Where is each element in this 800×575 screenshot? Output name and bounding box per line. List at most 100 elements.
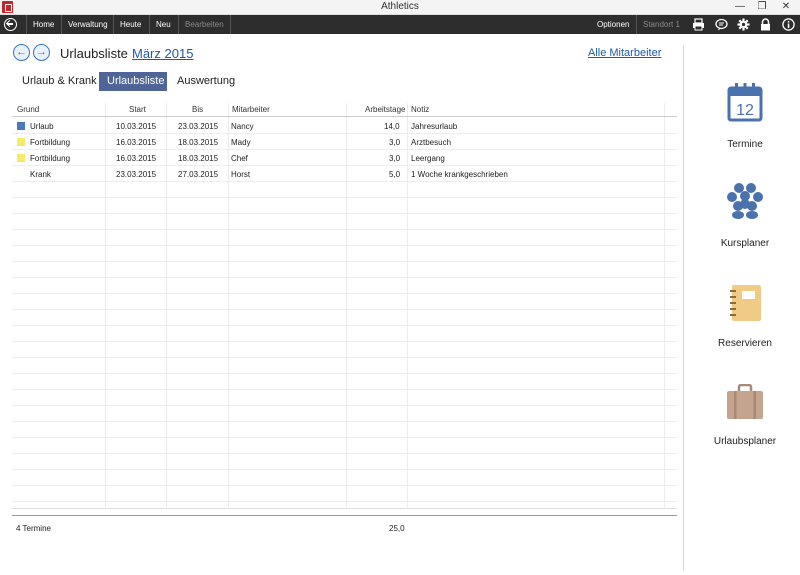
all-employees-link[interactable]: Alle Mitarbeiter <box>588 47 661 59</box>
cell-start: 23.03.2015 <box>116 170 157 179</box>
cell-grund: Fortbildung <box>30 138 71 147</box>
cell-start: 16.03.2015 <box>116 154 157 163</box>
row-separator <box>12 421 677 422</box>
tab-auswertung[interactable]: Auswertung <box>169 72 243 91</box>
row-separator <box>12 165 677 166</box>
column-header-notiz[interactable]: Notiz <box>411 105 429 114</box>
table-row[interactable]: Krank 23.03.2015 27.03.2015 Horst 5,0 1 … <box>12 166 677 182</box>
row-separator <box>12 453 677 454</box>
cell-mitarbeiter: Chef <box>231 154 248 163</box>
cell-bis: 27.03.2015 <box>178 170 219 179</box>
row-separator <box>12 197 677 198</box>
appointment-count: 4 Termine <box>16 524 51 533</box>
row-separator <box>12 261 677 262</box>
sidebar-item-reservieren[interactable]: Reservieren <box>690 284 800 354</box>
chat-icon[interactable] <box>715 18 728 31</box>
cell-arbeitstage: 14,0 <box>384 122 400 131</box>
gear-icon[interactable] <box>737 18 750 31</box>
cell-notiz: Arztbesuch <box>411 138 452 147</box>
sidebar-item-kursplaner[interactable]: Kursplaner <box>690 182 800 252</box>
info-icon[interactable] <box>782 18 795 31</box>
column-header-start[interactable]: Start <box>129 105 146 114</box>
row-separator <box>12 245 677 246</box>
cell-bis: 18.03.2015 <box>178 138 219 147</box>
cell-start: 16.03.2015 <box>116 138 157 147</box>
cell-mitarbeiter: Mady <box>231 138 251 147</box>
previous-month-button[interactable]: ← <box>13 44 30 61</box>
toolbar-home[interactable]: Home <box>26 15 60 34</box>
row-separator <box>12 181 677 182</box>
cell-notiz: 1 Woche krankgeschrieben <box>411 170 508 179</box>
cell-mitarbeiter: Nancy <box>231 122 254 131</box>
reason-color-swatch <box>17 154 25 162</box>
cell-arbeitstage: 3,0 <box>389 154 401 163</box>
cell-notiz: Jahresurlaub <box>411 122 458 131</box>
sidebar-item-termine[interactable]: 12 Termine <box>690 82 800 152</box>
tab-urlaub-krank[interactable]: Urlaub & Krank <box>14 72 105 91</box>
vacation-table: Grund Start Bis Mitarbeiter Arbeitstage … <box>12 103 677 509</box>
notebook-icon <box>730 285 761 321</box>
calendar-icon: 12 <box>727 83 763 122</box>
period-selector-link[interactable]: März 2015 <box>132 46 193 61</box>
toolbar-optionen[interactable]: Optionen <box>591 15 635 34</box>
next-month-button[interactable]: → <box>33 44 50 61</box>
row-separator <box>12 357 677 358</box>
toolbar-heute[interactable]: Heute <box>113 15 147 34</box>
row-separator <box>12 229 677 230</box>
row-separator <box>12 373 677 374</box>
toolbar-verwaltung[interactable]: Verwaltung <box>61 15 114 34</box>
row-separator <box>12 277 677 278</box>
printer-icon[interactable] <box>692 18 705 31</box>
sidebar-label-termine: Termine <box>727 139 763 150</box>
title-bar: Athletics — ❐ ✕ <box>0 0 800 15</box>
suitcase-icon <box>727 384 763 419</box>
row-separator <box>12 501 677 502</box>
toolbar-neu[interactable]: Neu <box>149 15 177 34</box>
page-title: Urlaubsliste <box>60 46 128 61</box>
tab-urlaubsliste[interactable]: Urlaubsliste <box>99 72 167 91</box>
sidebar-label-kursplaner: Kursplaner <box>720 238 770 249</box>
cell-arbeitstage: 3,0 <box>389 138 401 147</box>
cell-grund: Fortbildung <box>30 154 71 163</box>
table-row[interactable]: Fortbildung 16.03.2015 18.03.2015 Chef 3… <box>12 150 677 166</box>
toolbar-bearbeiten[interactable]: Bearbeiten <box>178 15 231 34</box>
row-separator <box>12 469 677 470</box>
row-separator <box>12 405 677 406</box>
table-row[interactable]: Urlaub 10.03.2015 23.03.2015 Nancy 14,0 … <box>12 118 677 134</box>
main-toolbar: Home Verwaltung Heute Neu Bearbeiten Opt… <box>0 15 800 34</box>
table-row[interactable]: Fortbildung 16.03.2015 18.03.2015 Mady 3… <box>12 134 677 150</box>
row-separator <box>12 213 677 214</box>
row-separator <box>12 437 677 438</box>
location-selector[interactable]: Standort 1 <box>636 15 686 34</box>
cell-bis: 18.03.2015 <box>178 154 219 163</box>
cell-bis: 23.03.2015 <box>178 122 219 131</box>
group-icon <box>727 183 763 219</box>
minimize-button[interactable]: — <box>730 0 750 15</box>
reason-color-swatch <box>17 138 25 146</box>
column-header-bis[interactable]: Bis <box>192 105 203 114</box>
restore-button[interactable]: ❐ <box>752 0 772 15</box>
sidebar-item-urlaubsplaner[interactable]: Urlaubsplaner <box>690 384 800 454</box>
row-separator <box>12 133 677 134</box>
row-separator <box>12 293 677 294</box>
back-icon[interactable] <box>4 18 17 31</box>
cell-grund: Krank <box>30 170 51 179</box>
cell-arbeitstage: 5,0 <box>389 170 401 179</box>
cell-mitarbeiter: Horst <box>231 170 251 179</box>
row-separator <box>12 325 677 326</box>
column-header-mitarbeiter[interactable]: Mitarbeiter <box>232 105 270 114</box>
sidebar-label-urlaubsplaner: Urlaubsplaner <box>713 436 777 447</box>
row-separator <box>12 341 677 342</box>
sidebar-label-reservieren: Reservieren <box>718 338 772 349</box>
close-button[interactable]: ✕ <box>776 0 796 15</box>
calendar-day: 12 <box>736 102 754 119</box>
table-header: Grund Start Bis Mitarbeiter Arbeitstage … <box>12 103 677 117</box>
column-header-grund[interactable]: Grund <box>17 105 39 114</box>
row-separator <box>12 389 677 390</box>
workdays-total: 25,0 <box>389 524 405 533</box>
column-header-arbeitstage[interactable]: Arbeitstage <box>365 105 405 114</box>
window-title: Athletics <box>381 1 419 12</box>
lock-icon[interactable] <box>759 18 772 31</box>
row-separator <box>12 149 677 150</box>
cell-start: 10.03.2015 <box>116 122 157 131</box>
